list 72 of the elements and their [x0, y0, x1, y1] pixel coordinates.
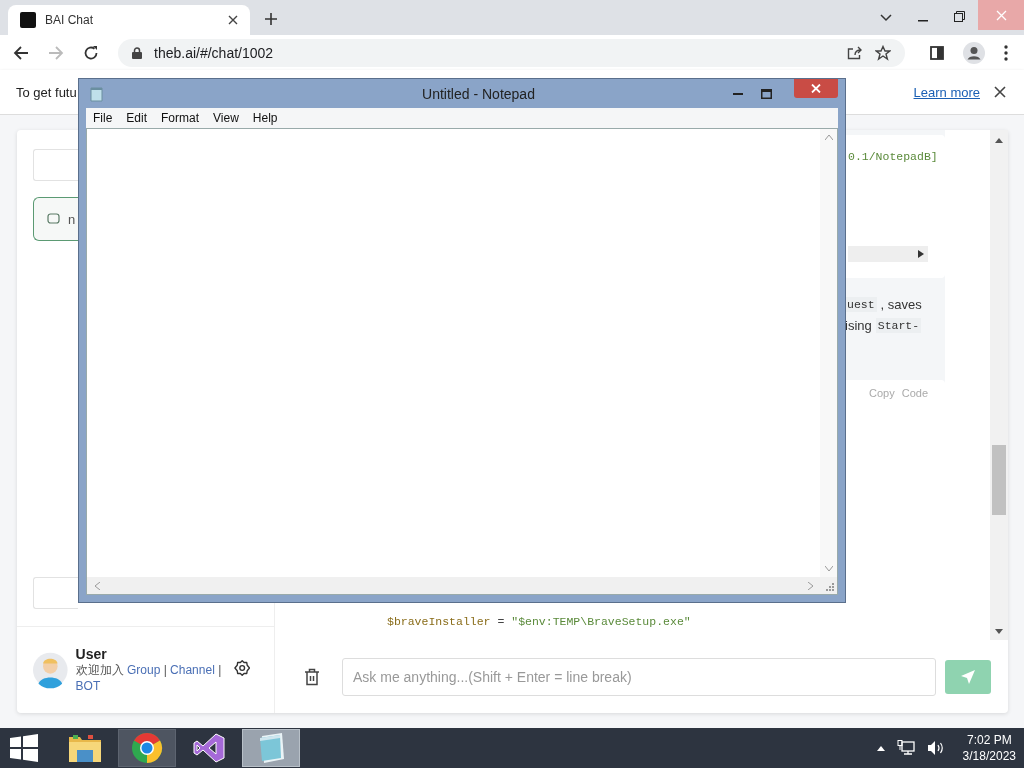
ribbon-logo-icon — [193, 732, 225, 764]
community-link[interactable]: BOT — [75, 679, 101, 693]
scrollbar-thumb[interactable] — [992, 445, 1006, 515]
star-icon[interactable] — [875, 44, 891, 61]
clock-date[interactable]: 3/18/2023 — [962, 748, 1016, 764]
window-title: Untitled - Notepad — [421, 85, 536, 102]
scroll-down-icon — [824, 566, 833, 571]
scroll-up-icon — [995, 138, 1003, 143]
vertical-scrollbar[interactable] — [990, 130, 1008, 640]
reload-icon[interactable] — [83, 44, 99, 61]
scroll-right-icon — [918, 250, 924, 258]
share-icon[interactable] — [847, 45, 863, 60]
taskbar-app[interactable] — [118, 729, 176, 767]
scroll-right-icon — [808, 581, 813, 590]
scroll-up-icon — [824, 135, 833, 140]
chat-icon — [47, 213, 60, 225]
browser-icon — [131, 732, 163, 764]
menu-item[interactable]: Edit — [126, 111, 148, 125]
conversation-item[interactable]: n — [33, 197, 78, 241]
restore-icon[interactable] — [954, 11, 965, 22]
code-line: $braveInstaller = "$env:TEMP\BraveSetup.exe" — [386, 615, 692, 630]
minimize-icon[interactable] — [918, 20, 928, 22]
network-icon[interactable] — [896, 740, 915, 756]
vertical-scrollbar[interactable] — [820, 129, 837, 577]
side-panel-icon[interactable] — [930, 45, 944, 60]
settings-icon[interactable] — [233, 659, 250, 677]
conversation-title: n — [68, 211, 76, 227]
learn-more-link[interactable]: Learn more — [913, 84, 980, 100]
paragraph-text: ising Start- — [845, 317, 923, 335]
url-text: theb.ai/#/chat/1002 — [154, 44, 274, 61]
start-icon[interactable] — [10, 734, 38, 762]
folder-icon — [68, 733, 102, 763]
maximize-icon[interactable] — [761, 88, 772, 99]
menu-item[interactable]: Help — [252, 111, 278, 125]
menu-icon[interactable] — [1004, 44, 1008, 61]
volume-icon[interactable] — [926, 740, 945, 756]
back-icon[interactable] — [13, 44, 29, 61]
menu-item[interactable]: View — [213, 111, 239, 125]
profile-icon[interactable] — [963, 41, 985, 64]
close-icon — [811, 84, 821, 93]
horizontal-scrollbar[interactable] — [848, 246, 928, 262]
paragraph-text: uest , saves — [845, 296, 923, 314]
clock-time[interactable]: 7:02 PM — [966, 732, 1012, 748]
show-hidden-icons-icon[interactable] — [876, 745, 885, 751]
community-link[interactable]: Channel — [170, 663, 215, 677]
user-name: User — [75, 646, 108, 662]
welcome-text: 欢迎加入 Group | Channel | BOT — [75, 662, 223, 694]
close-icon — [995, 9, 1007, 21]
site-favicon-icon — [20, 12, 36, 28]
infobar-text: To get futu — [16, 84, 77, 100]
notepad-icon — [90, 85, 104, 102]
chevron-down-icon[interactable] — [880, 14, 892, 22]
menu-item[interactable]: File — [93, 111, 113, 125]
close-icon[interactable] — [994, 86, 1006, 98]
trash-icon[interactable] — [304, 667, 320, 686]
address-bar[interactable]: theb.ai/#/chat/1002 — [118, 38, 905, 67]
scroll-left-icon — [95, 581, 100, 590]
lock-icon — [132, 46, 142, 59]
avatar — [33, 651, 68, 689]
new-tab-icon[interactable] — [264, 12, 278, 26]
message-input[interactable]: Ask me anything...(Shift + Enter = line break) — [342, 657, 936, 696]
browser-tab[interactable]: BAI Chat — [8, 5, 250, 35]
send-icon — [960, 668, 976, 685]
minimize-icon[interactable] — [733, 92, 743, 95]
resize-grip-icon[interactable] — [824, 580, 834, 591]
code-line: 0.1/NotepadB] — [848, 150, 939, 163]
close-button[interactable] — [794, 79, 838, 98]
scroll-down-icon — [995, 629, 1003, 634]
tab-title: BAI Chat — [45, 13, 95, 27]
close-tab-icon[interactable] — [228, 15, 238, 25]
menu-item[interactable]: Format — [161, 111, 200, 125]
community-link[interactable]: Group — [126, 663, 161, 677]
